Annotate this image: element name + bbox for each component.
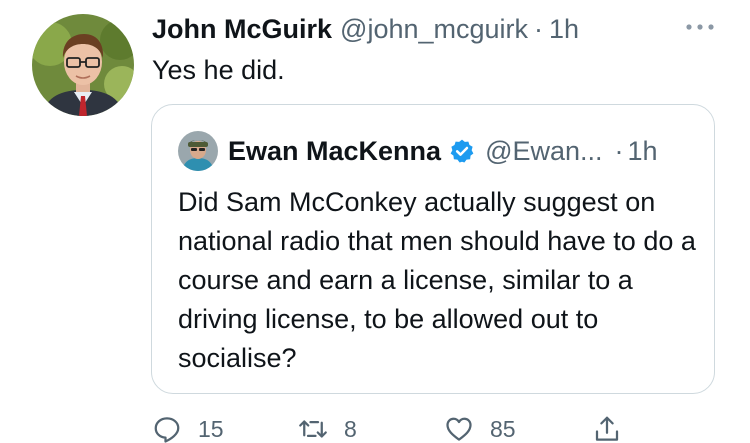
quoted-author-display-name[interactable]: Ewan MacKenna xyxy=(228,136,441,167)
retweet-count: 8 xyxy=(344,415,357,442)
author-display-name[interactable]: John McGuirk xyxy=(152,14,332,45)
tweet-actions-bar: 15 8 85 xyxy=(152,412,652,443)
more-options-button[interactable] xyxy=(682,16,718,38)
like-button[interactable]: 85 xyxy=(444,412,516,443)
author-avatar-image xyxy=(32,14,134,116)
reply-count: 15 xyxy=(198,415,224,442)
header-separator: · xyxy=(534,13,544,44)
more-horizontal-icon xyxy=(686,24,714,30)
share-button[interactable] xyxy=(592,412,622,443)
retweet-button[interactable]: 8 xyxy=(298,412,357,443)
like-count: 85 xyxy=(490,415,516,442)
reply-button[interactable]: 15 xyxy=(152,412,224,443)
tweet-timestamp[interactable]: 1h xyxy=(549,14,579,45)
tweet-header: John McGuirk @john_mcguirk · 1h xyxy=(152,14,579,44)
quoted-author-avatar[interactable] xyxy=(178,131,218,171)
retweet-icon xyxy=(299,420,327,438)
tweet[interactable]: John McGuirk @john_mcguirk · 1h Yes he d… xyxy=(0,0,750,443)
reply-icon xyxy=(154,417,180,443)
tweet-text: Yes he did. xyxy=(152,55,285,85)
share-icon xyxy=(595,416,619,441)
quoted-tweet[interactable]: Ewan MacKenna @Ewan... · 1h Did Sam McCo… xyxy=(151,104,715,394)
quoted-tweet-text: Did Sam McConkey actually suggest on nat… xyxy=(178,187,696,373)
heart-icon xyxy=(446,417,472,441)
author-avatar[interactable] xyxy=(32,14,134,116)
quoted-author-avatar-image xyxy=(178,131,218,171)
quoted-tweet-timestamp[interactable]: 1h xyxy=(628,136,658,167)
quoted-header-separator: · xyxy=(614,135,624,166)
quoted-author-handle[interactable]: @Ewan... xyxy=(485,136,602,167)
quoted-tweet-header: Ewan MacKenna @Ewan... · 1h xyxy=(228,135,658,167)
verified-badge-icon xyxy=(450,139,474,163)
author-handle[interactable]: @john_mcguirk xyxy=(340,14,528,45)
